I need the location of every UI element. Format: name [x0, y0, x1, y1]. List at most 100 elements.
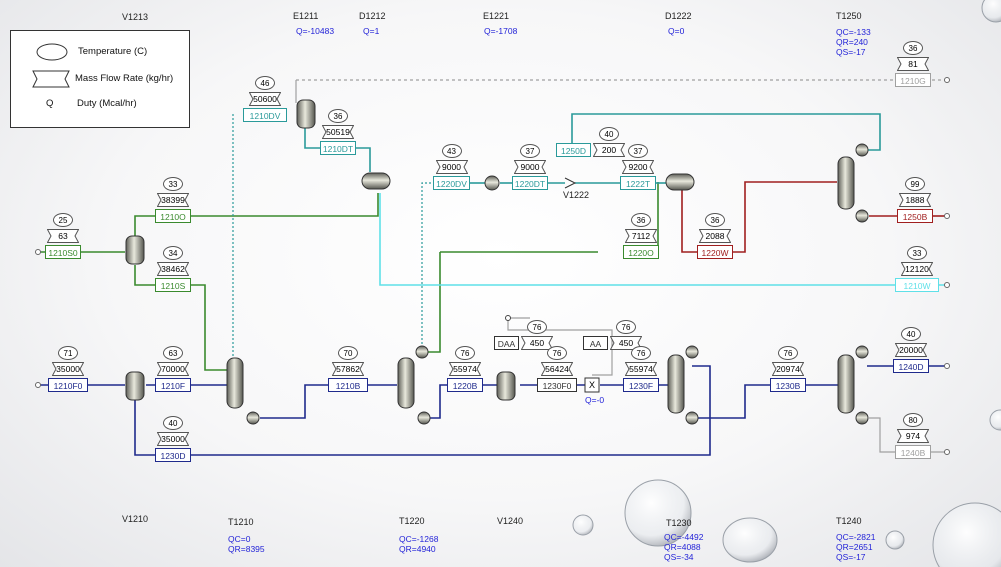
stream-tag-s1250D[interactable]: 1250D [556, 143, 591, 157]
stream-tag-s1210S0[interactable]: 1210S0 [45, 245, 81, 259]
stream-flow-s1230D: 35000 [157, 432, 189, 446]
t1250-condenser [855, 143, 869, 157]
stream-tag-sDAA[interactable]: DAA [494, 336, 519, 350]
stream-temp-s1220DV: 43 [441, 144, 462, 158]
stream-tag-s1210F0[interactable]: 1210F0 [48, 378, 88, 392]
stream-tag-s1220O[interactable]: 1220O [623, 245, 659, 259]
d1212-duty: Q=1 [363, 26, 380, 36]
stream-flow-s1210F0: 35000 [52, 362, 84, 376]
stream-tag-s1240B[interactable]: 1240B [895, 445, 931, 459]
v1240-label: V1240 [497, 516, 524, 526]
t1220-reboiler [417, 411, 431, 425]
stream-temp-s1210DV: 46 [255, 76, 275, 90]
stream-temp-s1210B: 70 [338, 346, 358, 360]
stream-temp-s1250B: 99 [905, 177, 925, 191]
stream-flow-s1210F: 70000 [157, 362, 189, 376]
t1230-label: T1230 [666, 518, 692, 528]
stream-flow-s1240B: 974 [897, 429, 929, 443]
mixer-symbol [564, 177, 577, 189]
e1221-exchanger [484, 175, 500, 191]
t1230-column [667, 354, 685, 414]
t1250-qc: QC=-133 [836, 27, 871, 37]
stream-tag-s1230F[interactable]: 1230F [623, 378, 659, 392]
t1220-condenser [415, 345, 429, 359]
stream-tag-s1230F0[interactable]: 1230F0 [537, 378, 577, 392]
t1240-condenser [855, 345, 869, 359]
e1211-duty: Q=-10483 [296, 26, 335, 36]
stream-temp-s1220B: 76 [455, 346, 475, 360]
stream-tag-s1220DV[interactable]: 1220DV [433, 176, 470, 190]
stream-flow-s1210DV: 50600 [249, 92, 281, 106]
t1220-column [397, 357, 415, 409]
t1250-reboiler [855, 209, 869, 223]
stream-temp-s1220W: 36 [705, 213, 725, 227]
stream-tag-s1220B[interactable]: 1220B [447, 378, 483, 392]
stream-flow-s1220DV: 9000 [435, 160, 468, 174]
stream-tag-s1222T[interactable]: 1222T [620, 176, 656, 190]
stream-tag-s1210G[interactable]: 1210G [895, 73, 931, 87]
stream-flow-s1250D: 200 [593, 143, 625, 157]
stream-tag-s1210F[interactable]: 1210F [155, 378, 191, 392]
stream-temp-s1220DT: 37 [520, 144, 540, 158]
stream-temp-s1210DT: 36 [328, 109, 348, 123]
stream-flow-s1210W: 12120 [901, 262, 933, 276]
v1210-label: V1210 [122, 514, 149, 524]
t1210-qr: QR=8395 [228, 544, 265, 554]
t1220-qr: QR=4940 [399, 544, 436, 554]
stream-tag-sAA[interactable]: AA [583, 336, 608, 350]
stream-temp-s1222T: 37 [628, 144, 648, 158]
legend-mass-flow: Mass Flow Rate (kg/hr) [75, 73, 174, 84]
e1211-label: E1211 [293, 11, 319, 21]
stream-temp-s1240B: 80 [903, 413, 923, 427]
v1213-vessel [125, 235, 145, 265]
stream-tag-s1210B[interactable]: 1210B [328, 378, 368, 392]
stream-flow-s1220DT: 9000 [514, 160, 546, 174]
d1222-drum [665, 173, 695, 191]
stream-flow-s1210O: 38399 [157, 193, 189, 207]
stream-temp-s1210F: 63 [163, 346, 183, 360]
t1210-reboiler [246, 411, 260, 425]
stream-temp-s1210G: 36 [903, 41, 923, 55]
legend: Temperature (C) Mass Flow Rate (kg/hr) Q… [10, 30, 190, 128]
stream-tag-s1230D[interactable]: 1230D [155, 448, 191, 462]
stream-tag-s1220W[interactable]: 1220W [697, 245, 733, 259]
t1240-column [837, 354, 855, 414]
v1222-label: V1222 [563, 190, 590, 200]
stream-flow-s1222T: 9200 [622, 160, 654, 174]
stream-temp-s1210S: 34 [163, 246, 183, 260]
stream-temp-sAA: 76 [616, 320, 636, 334]
stream-tag-s1250B[interactable]: 1250B [897, 209, 933, 223]
e1211-vessel [296, 99, 316, 129]
stream-temp-s1230D: 40 [163, 416, 183, 430]
d1222-duty: Q=0 [668, 26, 685, 36]
t1210-label: T1210 [228, 517, 254, 527]
stream-flow-s1240D: 20000 [895, 343, 927, 357]
d1212-label: D1212 [359, 11, 386, 21]
t1230-qr: QR=4088 [664, 542, 701, 552]
stream-tag-s1210O[interactable]: 1210O [155, 209, 191, 223]
stream-flow-s1210S: 38462 [157, 262, 189, 276]
t1240-reboiler [855, 411, 869, 425]
stream-tag-s1230B[interactable]: 1230B [770, 378, 806, 392]
stream-tag-s1210DV[interactable]: 1210DV [243, 108, 287, 122]
stream-tag-s1210S[interactable]: 1210S [155, 278, 191, 292]
t1250-qr: QR=240 [836, 37, 868, 47]
stream-flow-s1210G: 81 [897, 57, 929, 71]
t1230-condenser [685, 345, 699, 359]
stream-flow-s1230B: 20974 [772, 362, 804, 376]
d1212-drum [361, 172, 391, 190]
stream-tag-s1210DT[interactable]: 1210DT [320, 141, 356, 155]
stream-flow-s1230F: 55974 [625, 362, 657, 376]
v1240-vessel [496, 371, 516, 401]
stream-tag-s1240D[interactable]: 1240D [893, 359, 929, 373]
t1210-qc: QC=0 [228, 534, 251, 544]
stream-flow-s1230F0: 56424 [541, 362, 573, 376]
stream-temp-s1230B: 76 [778, 346, 798, 360]
stream-tag-s1220DT[interactable]: 1220DT [512, 176, 548, 190]
stream-temp-s1240D: 40 [901, 327, 921, 341]
t1240-qs: QS=-17 [836, 552, 866, 562]
v1210-vessel [125, 371, 145, 401]
stream-tag-s1210W[interactable]: 1210W [895, 278, 939, 292]
t1210-column [226, 357, 244, 409]
stream-temp-s1210W: 33 [907, 246, 927, 260]
